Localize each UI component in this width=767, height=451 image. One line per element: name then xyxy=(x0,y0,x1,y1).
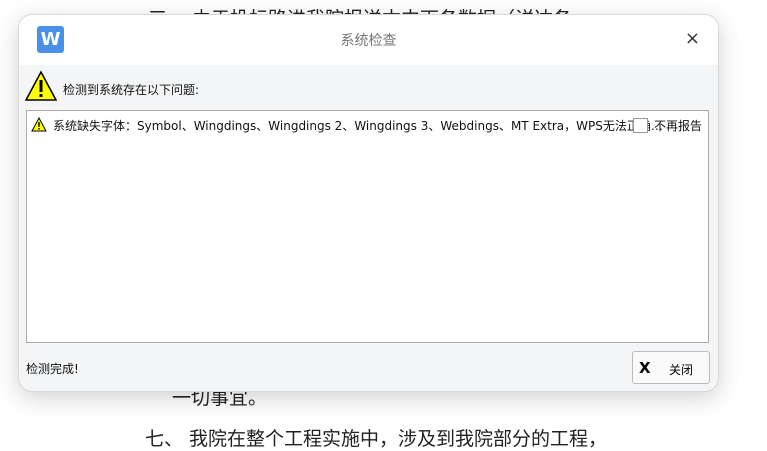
problems-heading: 检测到系统存在以下问题: xyxy=(63,83,200,97)
dont-report-checkbox[interactable] xyxy=(633,118,648,133)
close-icon[interactable]: × xyxy=(685,28,700,49)
status-text: 检测完成! xyxy=(26,362,79,376)
system-check-dialog: W 系统检查 × 检测到系统存在以下问题: 系统缺失字体：Symbol、Wing… xyxy=(18,14,719,392)
close-button-label: 关闭 xyxy=(669,363,694,377)
warning-icon xyxy=(31,117,47,132)
dont-report-label[interactable]: 不再报告 xyxy=(654,117,702,134)
close-x-icon: X xyxy=(639,359,651,377)
warning-icon xyxy=(25,70,57,101)
issues-list: 系统缺失字体：Symbol、Wingdings、Wingdings 2、Wing… xyxy=(26,110,709,343)
issue-message: 系统缺失字体：Symbol、Wingdings、Wingdings 2、Wing… xyxy=(53,119,663,133)
dialog-title: 系统检查 xyxy=(340,33,397,49)
title-bar: W 系统检查 × xyxy=(19,15,718,65)
document-text-line: 七、 我院在整个工程实施中，涉及到我院部分的工程， xyxy=(145,428,608,450)
list-item: 系统缺失字体：Symbol、Wingdings、Wingdings 2、Wing… xyxy=(31,117,702,133)
close-button[interactable]: X 关闭 xyxy=(632,351,710,384)
